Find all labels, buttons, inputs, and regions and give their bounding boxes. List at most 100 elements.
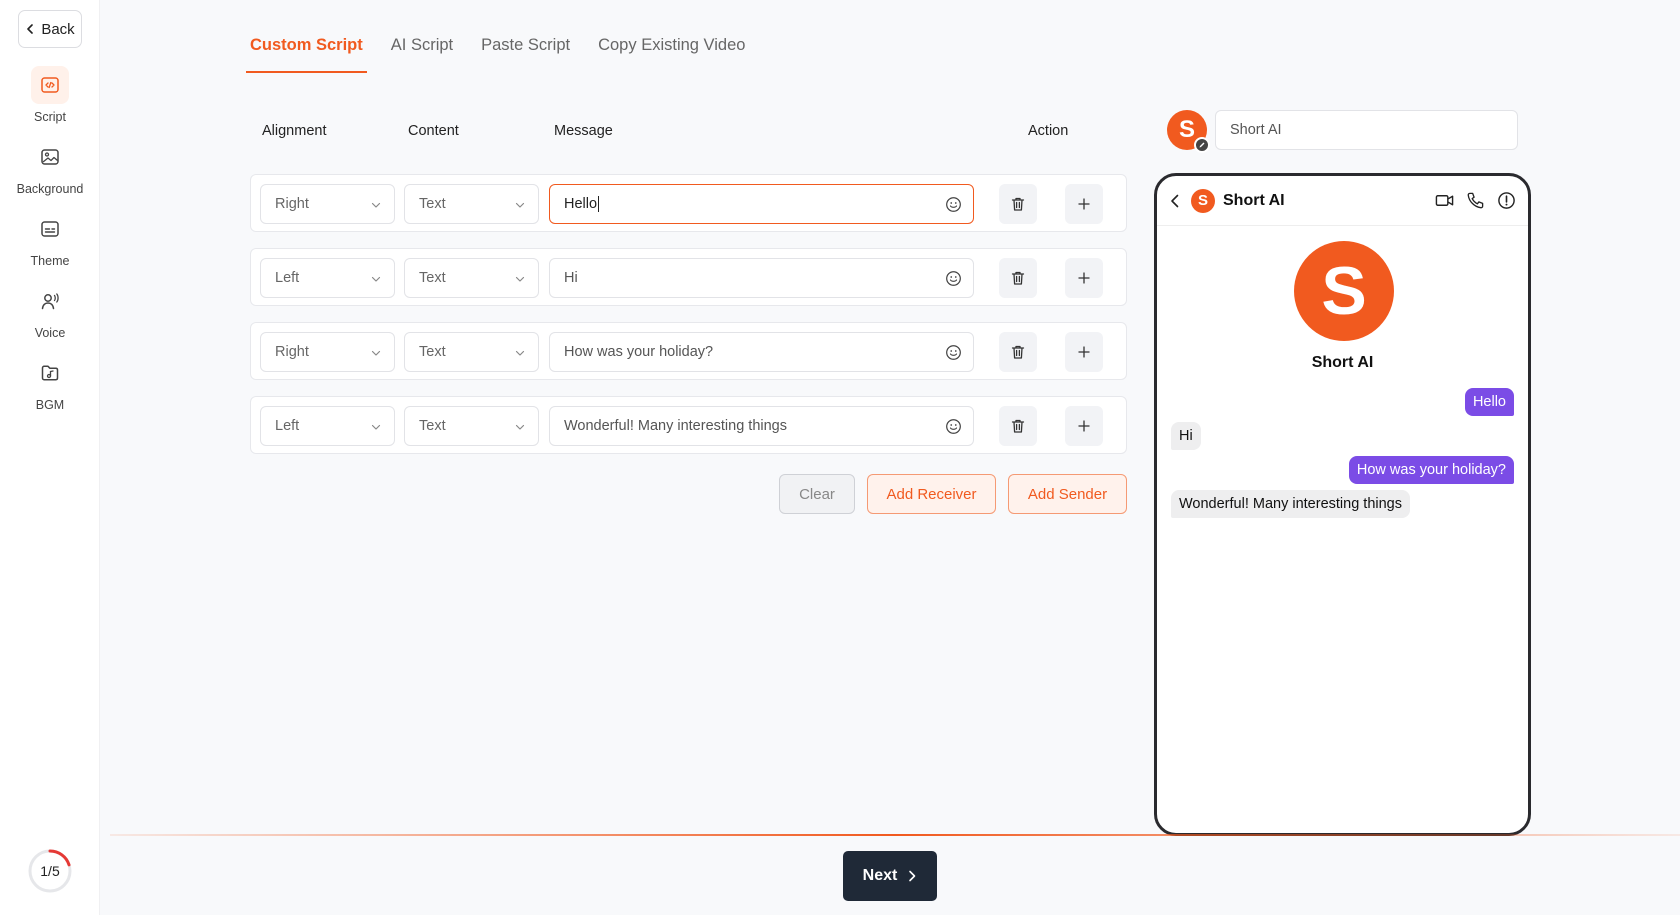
- contact-name-value: Short AI: [1230, 122, 1282, 138]
- add-receiver-button[interactable]: Add Receiver: [867, 474, 996, 514]
- tab-custom-script[interactable]: Custom Script: [246, 36, 367, 73]
- message-value: Hi: [564, 270, 578, 286]
- alignment-value: Left: [275, 418, 300, 434]
- chat-header-actions: [1435, 191, 1516, 210]
- tab-paste-script[interactable]: Paste Script: [481, 36, 570, 69]
- add-row-button[interactable]: [1065, 258, 1103, 298]
- trash-icon: [1011, 345, 1025, 359]
- text-cursor: [598, 196, 600, 212]
- chat-avatar: S: [1191, 188, 1215, 213]
- emoji-icon[interactable]: [945, 196, 962, 213]
- header-action: Action: [1028, 123, 1069, 139]
- sidebar-item-theme[interactable]: Theme: [0, 210, 100, 268]
- chevron-left-icon: [27, 24, 34, 34]
- plus-icon: [1078, 420, 1090, 432]
- chevron-down-icon: [371, 202, 381, 208]
- script-row: Left Text Hi: [250, 248, 1127, 306]
- message-input[interactable]: Wonderful! Many interesting things: [549, 406, 974, 446]
- chat-header: S Short AI: [1157, 176, 1528, 226]
- tab-copy-existing-video[interactable]: Copy Existing Video: [598, 36, 745, 69]
- sidebar-item-label: Theme: [30, 254, 70, 268]
- add-row-button[interactable]: [1065, 332, 1103, 372]
- delete-row-button[interactable]: [999, 184, 1037, 224]
- emoji-icon[interactable]: [945, 418, 962, 435]
- content-value: Text: [419, 270, 446, 286]
- message-input[interactable]: Hi: [549, 258, 974, 298]
- contact-name-input[interactable]: Short AI: [1215, 110, 1518, 150]
- message-input[interactable]: Hello: [549, 184, 974, 224]
- phone-preview: S Short AI S Short AI Hello Hi How was y…: [1154, 173, 1531, 836]
- header-message: Message: [554, 123, 613, 139]
- chat-profile-name: Short AI: [1311, 354, 1374, 371]
- alignment-value: Left: [275, 270, 300, 286]
- sidebar: Back Script Background Theme Voice BGM 1…: [0, 0, 100, 915]
- theme-icon: [31, 210, 69, 248]
- chevron-down-icon: [371, 350, 381, 356]
- next-label: Next: [862, 867, 898, 884]
- delete-row-button[interactable]: [999, 258, 1037, 298]
- sidebar-item-background[interactable]: Background: [0, 138, 100, 196]
- avatar-letter: S: [1178, 116, 1195, 143]
- voice-icon: [31, 282, 69, 320]
- content-select[interactable]: Text: [404, 258, 539, 298]
- script-row: Left Text Wonderful! Many interesting th…: [250, 396, 1127, 454]
- plus-icon: [1078, 272, 1090, 284]
- content-value: Text: [419, 418, 446, 434]
- header-content: Content: [408, 123, 459, 139]
- next-button[interactable]: Next: [843, 851, 937, 901]
- chevron-left-icon[interactable]: [1169, 194, 1181, 208]
- clear-button[interactable]: Clear: [779, 474, 855, 514]
- sidebar-item-bgm[interactable]: BGM: [0, 354, 100, 412]
- delete-row-button[interactable]: [999, 406, 1037, 446]
- tab-ai-script[interactable]: AI Script: [391, 36, 453, 69]
- alignment-select[interactable]: Right: [260, 184, 395, 224]
- content-select[interactable]: Text: [404, 406, 539, 446]
- plus-icon: [1078, 346, 1090, 358]
- back-button[interactable]: Back: [18, 10, 82, 48]
- info-icon[interactable]: [1497, 191, 1516, 210]
- phone-icon[interactable]: [1466, 191, 1485, 210]
- content-select[interactable]: Text: [404, 332, 539, 372]
- step-progress: 1/5: [27, 848, 73, 894]
- back-label: Back: [41, 20, 75, 38]
- alignment-select[interactable]: Left: [260, 258, 395, 298]
- sidebar-item-label: Background: [16, 182, 84, 196]
- profile-avatar[interactable]: S: [1167, 110, 1210, 153]
- chevron-down-icon: [515, 350, 525, 356]
- trash-icon: [1011, 419, 1025, 433]
- emoji-icon[interactable]: [945, 344, 962, 361]
- message-value: Hello: [564, 196, 598, 212]
- header-alignment: Alignment: [262, 123, 327, 139]
- message-bubble-sent: Hello: [1464, 388, 1514, 416]
- trash-icon: [1011, 197, 1025, 211]
- emoji-icon[interactable]: [945, 270, 962, 287]
- alignment-value: Right: [275, 196, 309, 212]
- sidebar-item-script[interactable]: Script: [0, 66, 100, 124]
- content-select[interactable]: Text: [404, 184, 539, 224]
- sidebar-item-voice[interactable]: Voice: [0, 282, 100, 340]
- code-icon: [31, 66, 69, 104]
- alignment-select[interactable]: Left: [260, 406, 395, 446]
- alignment-value: Right: [275, 344, 309, 360]
- chat-profile-avatar: S: [1294, 241, 1394, 341]
- edit-icon[interactable]: [1194, 137, 1210, 153]
- add-sender-button[interactable]: Add Sender: [1008, 474, 1127, 514]
- add-row-button[interactable]: [1065, 406, 1103, 446]
- script-row: Right Text Hello: [250, 174, 1127, 232]
- chevron-down-icon: [371, 424, 381, 430]
- music-folder-icon: [31, 354, 69, 392]
- chevron-down-icon: [515, 276, 525, 282]
- trash-icon: [1011, 271, 1025, 285]
- delete-row-button[interactable]: [999, 332, 1037, 372]
- footer-divider: [110, 834, 1680, 836]
- content-value: Text: [419, 196, 446, 212]
- video-call-icon[interactable]: [1435, 191, 1454, 210]
- image-icon: [31, 138, 69, 176]
- alignment-select[interactable]: Right: [260, 332, 395, 372]
- plus-icon: [1078, 198, 1090, 210]
- message-value: Wonderful! Many interesting things: [564, 418, 787, 434]
- script-tabs: Custom Script AI Script Paste Script Cop…: [246, 36, 745, 73]
- add-row-button[interactable]: [1065, 184, 1103, 224]
- content-value: Text: [419, 344, 446, 360]
- message-input[interactable]: How was your holiday?: [549, 332, 974, 372]
